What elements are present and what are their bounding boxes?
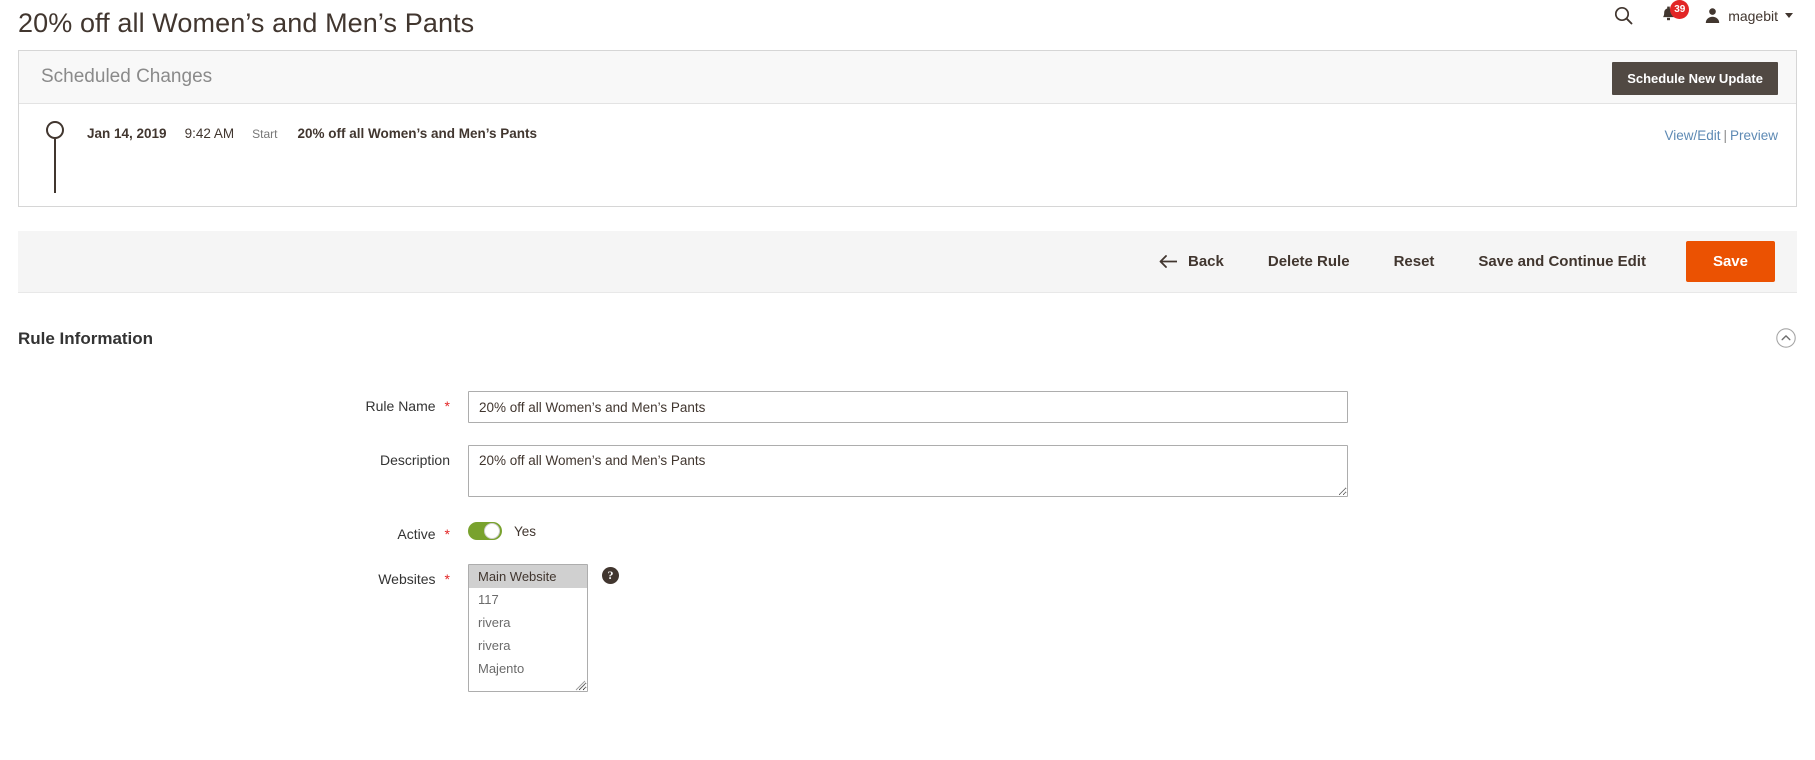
schedule-time: 9:42 AM xyxy=(184,126,235,141)
field-description: Description 20% off all Women’s and Men’… xyxy=(18,445,1815,497)
chevron-down-icon xyxy=(1785,13,1793,18)
field-active: Active * Yes xyxy=(18,519,1815,542)
rule-information-form: Rule Name * Description 20% off all Women… xyxy=(0,391,1815,692)
scheduled-changes-header: Scheduled Changes Schedule New Update xyxy=(19,51,1796,104)
active-toggle[interactable] xyxy=(468,522,502,540)
scheduled-change-row: Jan 14, 2019 9:42 AM Start 20% off all W… xyxy=(87,126,537,141)
field-rule-name: Rule Name * xyxy=(18,391,1815,423)
user-avatar-icon xyxy=(1705,8,1720,23)
websites-control: Main Website 117 rivera rivera Majento ? xyxy=(468,564,619,692)
schedule-new-update-button[interactable]: Schedule New Update xyxy=(1612,62,1778,95)
section-title: Rule Information xyxy=(18,329,154,348)
page-actions-toolbar: Back Delete Rule Reset Save and Continue… xyxy=(18,231,1797,293)
notifications-badge: 39 xyxy=(1670,0,1690,19)
chevron-up-circle-icon[interactable] xyxy=(1775,327,1797,349)
description-label: Description xyxy=(18,445,450,468)
save-and-continue-edit-button[interactable]: Save and Continue Edit xyxy=(1456,245,1668,278)
websites-label: Websites * xyxy=(18,564,450,587)
schedule-name: 20% off all Women’s and Men’s Pants xyxy=(297,126,538,141)
preview-link[interactable]: Preview xyxy=(1730,128,1778,143)
website-option[interactable]: Main Website xyxy=(469,565,587,588)
toggle-knob xyxy=(484,523,500,539)
required-marker: * xyxy=(444,526,450,542)
rule-name-label: Rule Name * xyxy=(18,391,450,414)
admin-header: 20% off all Women’s and Men’s Pants 39 m… xyxy=(0,0,1815,46)
rule-name-input[interactable] xyxy=(468,391,1348,423)
notifications-button[interactable]: 39 xyxy=(1659,0,1690,25)
website-option[interactable]: rivera xyxy=(469,611,587,634)
schedule-type: Start xyxy=(252,127,278,141)
link-separator: | xyxy=(1723,128,1727,143)
save-and-continue-label: Save and Continue Edit xyxy=(1478,253,1646,270)
field-websites: Websites * Main Website 117 rivera rivera Maj… xyxy=(18,564,1815,692)
websites-multiselect[interactable]: Main Website 117 rivera rivera Majento xyxy=(468,564,588,692)
schedule-row-links: View/Edit | Preview xyxy=(1664,128,1778,143)
view-edit-link[interactable]: View/Edit xyxy=(1664,128,1720,143)
description-label-text: Description xyxy=(379,452,450,468)
scheduled-changes-panel: Scheduled Changes Schedule New Update Ja… xyxy=(18,50,1797,207)
search-icon[interactable] xyxy=(1614,6,1633,25)
delete-rule-button[interactable]: Delete Rule xyxy=(1246,245,1372,278)
back-button-label: Back xyxy=(1188,253,1224,270)
arrow-left-icon xyxy=(1159,255,1178,268)
active-label-text: Active xyxy=(397,526,436,542)
active-control: Yes xyxy=(468,519,536,540)
header-actions: 39 magebit xyxy=(1614,0,1793,25)
active-label: Active * xyxy=(18,519,450,542)
page-title: 20% off all Women’s and Men’s Pants xyxy=(18,7,475,38)
rule-information-section-header[interactable]: Rule Information xyxy=(18,315,1797,363)
description-control: 20% off all Women’s and Men’s Pants xyxy=(468,445,1348,497)
delete-rule-label: Delete Rule xyxy=(1267,253,1350,270)
rule-name-label-text: Rule Name xyxy=(365,398,436,414)
rule-name-control xyxy=(468,391,1348,423)
required-marker: * xyxy=(444,398,450,414)
schedule-date: Jan 14, 2019 xyxy=(87,126,167,141)
timeline-line xyxy=(54,139,56,193)
website-option[interactable]: rivera xyxy=(469,634,587,657)
user-name: magebit xyxy=(1728,7,1778,24)
website-option[interactable]: 117 xyxy=(469,588,587,611)
scheduled-changes-title: Scheduled Changes xyxy=(41,66,213,87)
timeline-circle-icon xyxy=(46,121,64,139)
reset-label: Reset xyxy=(1393,253,1435,270)
question-mark-icon[interactable]: ? xyxy=(602,567,619,584)
timeline-pin-icon xyxy=(46,121,68,195)
back-button[interactable]: Back xyxy=(1137,245,1246,278)
description-textarea[interactable]: 20% off all Women’s and Men’s Pants xyxy=(468,445,1348,497)
active-toggle-state: Yes xyxy=(514,523,537,539)
resize-handle-icon xyxy=(575,679,586,691)
scheduled-changes-body: Jan 14, 2019 9:42 AM Start 20% off all W… xyxy=(19,104,1796,206)
save-button[interactable]: Save xyxy=(1685,241,1775,282)
required-marker: * xyxy=(444,571,450,587)
website-option[interactable]: Majento xyxy=(469,657,587,680)
reset-button[interactable]: Reset xyxy=(1372,245,1457,278)
user-menu[interactable]: magebit xyxy=(1704,7,1793,24)
websites-label-text: Websites xyxy=(378,571,436,587)
